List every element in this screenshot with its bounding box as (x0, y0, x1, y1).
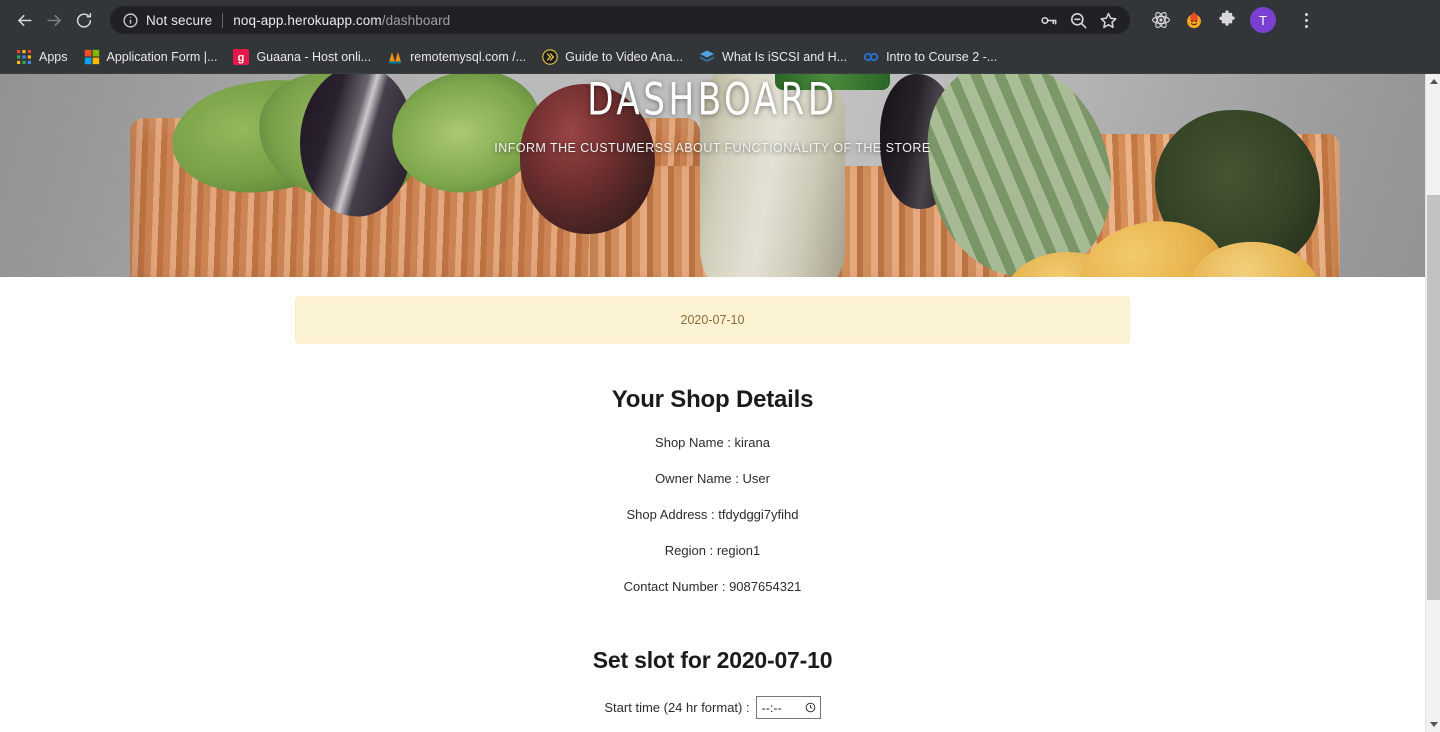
bookmark-label: What Is iSCSI and H... (722, 49, 848, 64)
shop-detail-row: Contact Number : 9087654321 (623, 579, 802, 594)
coursera-icon (863, 52, 879, 61)
bookmark-remotemysql[interactable]: remotemysql.com /... (379, 45, 534, 69)
omnibox-actions (1039, 11, 1122, 30)
security-status-label: Not secure (146, 12, 213, 28)
zoom-out-icon[interactable] (1069, 11, 1088, 30)
info-circle-icon[interactable] (122, 12, 139, 29)
vertical-scrollbar[interactable] (1425, 74, 1440, 732)
main-content: 2020-07-10 Your Shop Details Shop Name :… (0, 296, 1425, 732)
bookmark-apps[interactable]: Apps (8, 45, 76, 69)
microsoft-icon (84, 49, 99, 64)
bookmark-label: remotemysql.com /... (410, 49, 527, 64)
start-time-value: --:-- (761, 700, 782, 715)
browser-menu-button[interactable] (1295, 8, 1317, 32)
arrow-left-icon (17, 14, 32, 26)
content-container: 2020-07-10 Your Shop Details Shop Name :… (295, 296, 1130, 732)
hero-banner: DASHBOARD INFORM THE CUSTUMERSS ABOUT FU… (0, 74, 1425, 277)
start-time-row: Start time (24 hr format) : --:-- (295, 696, 1130, 719)
url-text: noq-app.herokuapp.com/dashboard (233, 13, 450, 28)
shop-details-heading: Your Shop Details (611, 386, 814, 413)
clock-icon[interactable] (805, 702, 816, 713)
browser-chrome: Not secure noq-app.herokuapp.com/dashboa… (0, 0, 1440, 74)
stack-blue-icon (700, 50, 715, 62)
shop-detail-row: Region : region1 (664, 543, 761, 558)
extensions-area: T (1151, 7, 1317, 33)
kebab-dot (1304, 12, 1308, 16)
page-viewport: DASHBOARD INFORM THE CUSTUMERSS ABOUT FU… (0, 74, 1440, 732)
puzzle-piece-icon[interactable] (1217, 10, 1237, 30)
flame-emoji-icon[interactable] (1184, 10, 1204, 30)
react-devtools-icon[interactable] (1151, 10, 1171, 30)
bookmark-video-guide[interactable]: Guide to Video Ana... (534, 45, 691, 69)
alert-date-text: 2020-07-10 (680, 313, 745, 327)
page-title: DASHBOARD (587, 74, 838, 125)
chevron-down-icon (1429, 722, 1438, 727)
guaana-g-icon: g (233, 48, 250, 65)
scroll-down-button[interactable] (1426, 717, 1440, 732)
url-host: noq-app.herokuapp.com (233, 12, 382, 28)
key-icon[interactable] (1039, 11, 1058, 30)
apps-grid-icon (17, 49, 31, 64)
svg-text:g: g (238, 52, 245, 64)
video-guide-icon (542, 48, 558, 65)
shop-detail-row: Shop Name : kirana (655, 435, 770, 450)
bookmark-label: Guide to Video Ana... (565, 49, 684, 64)
omnibox-divider (222, 12, 224, 28)
start-time-input[interactable]: --:-- (755, 696, 821, 719)
star-icon[interactable] (1099, 11, 1118, 30)
bookmark-iscsi[interactable]: What Is iSCSI and H... (691, 45, 855, 69)
date-alert-banner: 2020-07-10 (295, 296, 1130, 344)
page-subtitle: INFORM THE CUSTUMERSS ABOUT FUNCTIONALIT… (494, 140, 931, 155)
profile-avatar[interactable]: T (1250, 7, 1276, 33)
remotemysql-icon (389, 51, 402, 64)
bookmark-course-intro[interactable]: Intro to Course 2 -... (855, 45, 1005, 69)
reload-button[interactable] (70, 6, 98, 34)
bookmark-label: Application Form |... (106, 49, 218, 64)
forward-button[interactable] (40, 6, 68, 34)
scroll-up-button[interactable] (1426, 74, 1440, 89)
back-button[interactable] (10, 6, 38, 34)
shop-detail-row: Owner Name : User (655, 471, 770, 486)
arrow-right-icon (46, 14, 61, 26)
scrollbar-thumb[interactable] (1427, 195, 1440, 600)
bookmark-label: Intro to Course 2 -... (886, 49, 998, 64)
address-bar[interactable]: Not secure noq-app.herokuapp.com/dashboa… (110, 6, 1130, 34)
kebab-dot (1304, 18, 1308, 22)
shop-detail-row: Shop Address : tfdydggi7yfihd (626, 507, 799, 522)
reload-icon (76, 12, 92, 28)
hero-text-block: DASHBOARD INFORM THE CUSTUMERSS ABOUT FU… (0, 74, 1425, 277)
start-time-label: Start time (24 hr format) : (604, 700, 750, 715)
shop-details-section: Your Shop Details Shop Name : kirana Own… (295, 386, 1130, 594)
set-slot-section: Set slot for 2020-07-10 Start time (24 h… (295, 647, 1130, 732)
page-content: DASHBOARD INFORM THE CUSTUMERSS ABOUT FU… (0, 74, 1425, 732)
url-path: /dashboard (381, 12, 451, 28)
chevron-up-icon (1429, 79, 1438, 84)
browser-toolbar: Not secure noq-app.herokuapp.com/dashboa… (0, 0, 1440, 40)
bookmark-label: Apps (39, 49, 68, 64)
set-slot-heading: Set slot for 2020-07-10 (592, 647, 833, 673)
kebab-dot (1304, 24, 1308, 28)
bookmarks-bar: Apps Application Form |... g Guaana - Ho… (0, 40, 1440, 74)
page-bottom-edge (0, 726, 1425, 732)
bookmark-guaana[interactable]: g Guaana - Host onli... (225, 45, 379, 69)
bookmark-label: Guaana - Host onli... (256, 49, 372, 64)
bookmark-application-form[interactable]: Application Form |... (76, 45, 226, 69)
